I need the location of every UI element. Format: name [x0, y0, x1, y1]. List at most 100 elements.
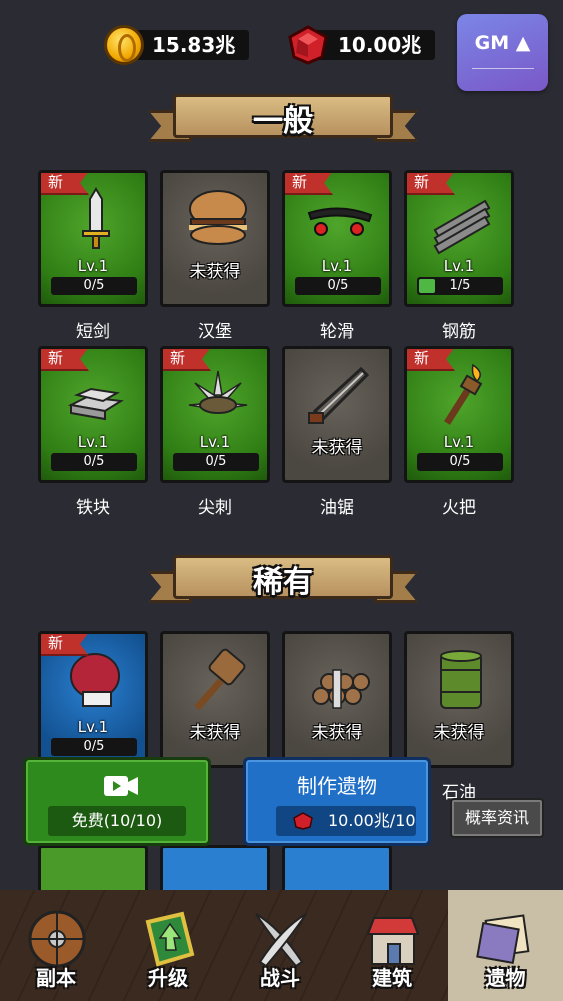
new-tag: 新 [285, 173, 333, 195]
unowned-label: 未获得 [311, 723, 363, 743]
craft-cost: 10.00兆/10 [276, 806, 416, 836]
ruby-gem-icon [293, 812, 313, 830]
relic-card-partial[interactable] [160, 845, 270, 895]
nav-label: 副本 [36, 966, 76, 990]
nav-label: 升级 [148, 966, 188, 990]
relic-card-burger[interactable]: 未获得 [160, 170, 270, 307]
bottom-nav: 副本 升级 战斗 建筑 遗物 [0, 890, 563, 1001]
progress-text: 0/5 [327, 278, 349, 293]
nav-upgrade[interactable]: 升级 [112, 890, 224, 1001]
item-level: Lv.1 [443, 257, 475, 275]
relic-card-boxing-glove[interactable]: 新 Lv.1 0/5 [38, 631, 148, 768]
relic-card-partial[interactable] [282, 845, 392, 895]
item-name: 铁块 [76, 498, 110, 518]
progress-fill [419, 279, 436, 293]
relic-card-iron-ingot[interactable]: 新 Lv.1 0/5 [38, 346, 148, 483]
unowned-label: 未获得 [311, 438, 363, 458]
new-tag: 新 [407, 349, 455, 371]
new-tag: 新 [407, 173, 455, 195]
video-camera-icon [104, 776, 138, 796]
section-banner-rare: 稀有 [148, 551, 418, 611]
relic-card-hammer[interactable]: 未获得 [160, 631, 270, 768]
craft-relic-button[interactable]: 制作遗物 10.00兆/10 [243, 757, 431, 846]
unowned-label: 未获得 [189, 262, 241, 282]
nav-building[interactable]: 建筑 [336, 890, 448, 1001]
item-progress: 0/5 [51, 453, 137, 471]
gm-button-label: GM ▲ [474, 32, 531, 54]
craft-cost-text: 10.00兆/10 [328, 811, 416, 830]
free-craft-button[interactable]: 免费(10/10) [23, 757, 211, 846]
section-banner-common: 一般 [148, 90, 418, 150]
book-upgrade-icon [145, 911, 195, 967]
log-bundle-icon [312, 669, 370, 709]
item-level: Lv.1 [77, 433, 109, 451]
progress-text: 0/5 [205, 454, 227, 469]
item-level: Lv.1 [77, 257, 109, 275]
skateboard-icon [307, 207, 373, 236]
relic-card-saw[interactable]: 未获得 [282, 346, 392, 483]
item-name: 钢筋 [442, 322, 476, 342]
spikes-icon [188, 370, 248, 414]
gm-button[interactable]: GM ▲ [457, 14, 548, 91]
item-name: 尖刺 [198, 498, 232, 518]
progress-text: 1/5 [449, 278, 471, 293]
dagger-icon [82, 187, 110, 249]
torch-icon [444, 363, 483, 425]
new-tag: 新 [41, 634, 89, 656]
progress-text: 0/5 [449, 454, 471, 469]
progress-text: 0/5 [83, 454, 105, 469]
coin-icon [104, 25, 144, 65]
scroll-icon [476, 914, 530, 965]
relic-card-dagger[interactable]: 新 Lv.1 0/5 [38, 170, 148, 307]
item-progress: 0/5 [417, 453, 503, 471]
burger-icon [189, 190, 247, 245]
relic-card-torch[interactable]: 新 Lv.1 0/5 [404, 346, 514, 483]
item-name: 火把 [442, 498, 476, 518]
item-progress: 0/5 [173, 453, 259, 471]
relic-card-spikes[interactable]: 新 Lv.1 0/5 [160, 346, 270, 483]
shop-icon [366, 917, 420, 965]
rebar-icon [433, 199, 491, 255]
oil-barrel-icon [440, 650, 482, 709]
progress-text: 0/5 [83, 278, 105, 293]
new-tag: 新 [163, 349, 211, 371]
new-tag: 新 [41, 173, 89, 195]
item-name: 轮滑 [320, 322, 354, 342]
relic-card-oil-barrel[interactable]: 未获得 [404, 631, 514, 768]
nav-label: 建筑 [372, 966, 412, 990]
nav-label: 战斗 [260, 966, 300, 990]
gem-counter: 10.00兆 [286, 25, 436, 65]
item-level: Lv.1 [443, 433, 475, 451]
item-progress: 0/5 [51, 277, 137, 295]
item-progress: 0/5 [51, 738, 137, 756]
shield-icon [28, 910, 86, 968]
section-title: 一般 [253, 104, 313, 139]
unowned-label: 未获得 [433, 723, 485, 743]
gm-divider [471, 68, 534, 69]
free-craft-label: 免费(10/10) [48, 806, 186, 836]
relic-card-logs[interactable]: 未获得 [282, 631, 392, 768]
nav-relics[interactable]: 遗物 [448, 890, 563, 1001]
section-title: 稀有 [253, 565, 313, 600]
item-progress: 0/5 [295, 277, 381, 295]
iron-ingot-icon [67, 387, 124, 421]
progress-text: 0/5 [83, 739, 105, 754]
drop-rate-info-button[interactable]: 概率资讯 [450, 798, 544, 838]
item-name: 短剑 [76, 322, 110, 342]
unowned-label: 未获得 [189, 723, 241, 743]
hacksaw-icon [308, 366, 370, 424]
relic-card-partial[interactable] [38, 845, 148, 895]
coin-counter: 15.83兆 [104, 25, 250, 65]
relic-card-skateboard[interactable]: 新 Lv.1 0/5 [282, 170, 392, 307]
craft-relic-title: 制作遗物 [297, 774, 377, 798]
relic-card-rebar[interactable]: 新 Lv.1 1/5 [404, 170, 514, 307]
top-bar: 15.83兆 10.00兆 GM ▲ [0, 0, 563, 91]
new-tag: 新 [41, 349, 89, 371]
boxing-glove-icon [70, 653, 120, 707]
nav-battle[interactable]: 战斗 [224, 890, 336, 1001]
hammer-icon [194, 648, 246, 711]
item-progress: 1/5 [417, 277, 503, 295]
item-level: Lv.1 [77, 718, 109, 736]
item-name: 汉堡 [198, 322, 232, 342]
nav-dungeon[interactable]: 副本 [0, 890, 112, 1001]
